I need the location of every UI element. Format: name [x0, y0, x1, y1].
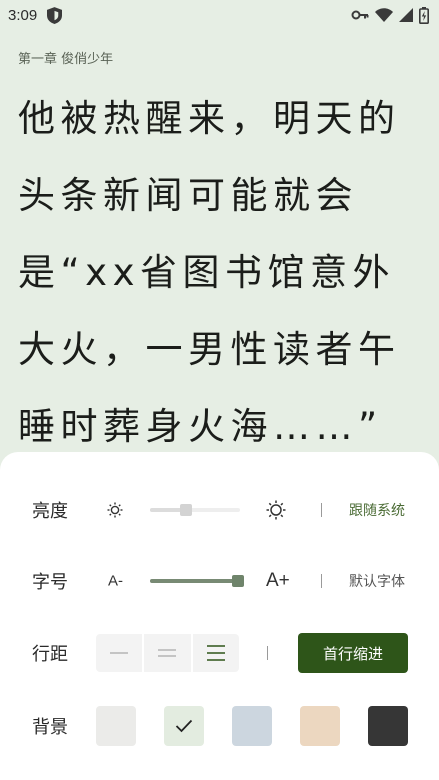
vpn-key-icon — [351, 10, 369, 20]
divider — [321, 503, 322, 517]
background-label: 背景 — [32, 717, 68, 738]
shield-icon — [47, 6, 63, 24]
brightness-row: 亮度 跟随系统 — [0, 485, 439, 535]
font-size-slider-thumb[interactable] — [232, 575, 244, 587]
status-time: 3:09 — [8, 6, 38, 24]
line-spacing-row: 行距 首行缩进 — [0, 628, 439, 678]
chapter-title: 第一章 俊俏少年 — [18, 52, 114, 67]
line-spacing-normal-option[interactable] — [144, 634, 193, 672]
battery-charging-icon — [419, 6, 429, 24]
brightness-low-icon[interactable] — [106, 501, 124, 519]
check-icon — [175, 719, 193, 733]
font-size-slider[interactable] — [150, 575, 244, 587]
background-swatch-dark[interactable] — [368, 706, 408, 746]
font-size-row: 字号 A- A+ 默认字体 — [0, 556, 439, 606]
increase-font-button[interactable]: A+ — [266, 570, 290, 592]
divider — [267, 646, 268, 660]
line-spacing-compact-icon — [110, 652, 129, 654]
background-swatch-light-gray[interactable] — [96, 706, 136, 746]
reading-settings-panel: 亮度 跟随系统 字号 A- A+ 默认字体 行距 首行缩进 背景 — [0, 452, 439, 780]
background-swatch-beige[interactable] — [300, 706, 340, 746]
background-swatch-pale-green[interactable] — [164, 706, 204, 746]
background-row: 背景 — [0, 701, 439, 751]
decrease-font-button[interactable]: A- — [108, 573, 123, 590]
brightness-slider-thumb[interactable] — [180, 504, 192, 516]
wifi-icon — [375, 8, 393, 22]
reading-text: 他被热醒来，明天的头条新闻可能就会是“xx省图书馆意外大火，一男性读者午睡时葬身… — [18, 97, 401, 448]
line-spacing-loose-icon — [206, 645, 225, 661]
line-spacing-compact-option[interactable] — [96, 634, 145, 672]
font-size-label: 字号 — [32, 572, 68, 593]
background-swatch-blue-gray[interactable] — [232, 706, 272, 746]
status-bar: 3:09 — [0, 0, 439, 30]
brightness-slider[interactable] — [150, 504, 240, 516]
divider — [321, 574, 322, 588]
default-font-button[interactable]: 默认字体 — [349, 571, 405, 591]
brightness-label: 亮度 — [32, 501, 68, 522]
line-spacing-loose-option[interactable] — [193, 634, 239, 672]
first-line-indent-button[interactable]: 首行缩进 — [298, 633, 408, 673]
follow-system-button[interactable]: 跟随系统 — [349, 500, 405, 520]
font-size-slider-fill — [150, 579, 238, 583]
line-spacing-options — [96, 634, 239, 672]
brightness-high-icon[interactable] — [266, 500, 286, 520]
status-icons — [351, 6, 429, 24]
signal-icon — [399, 8, 413, 22]
line-spacing-label: 行距 — [32, 644, 68, 665]
line-spacing-normal-icon — [158, 649, 177, 657]
